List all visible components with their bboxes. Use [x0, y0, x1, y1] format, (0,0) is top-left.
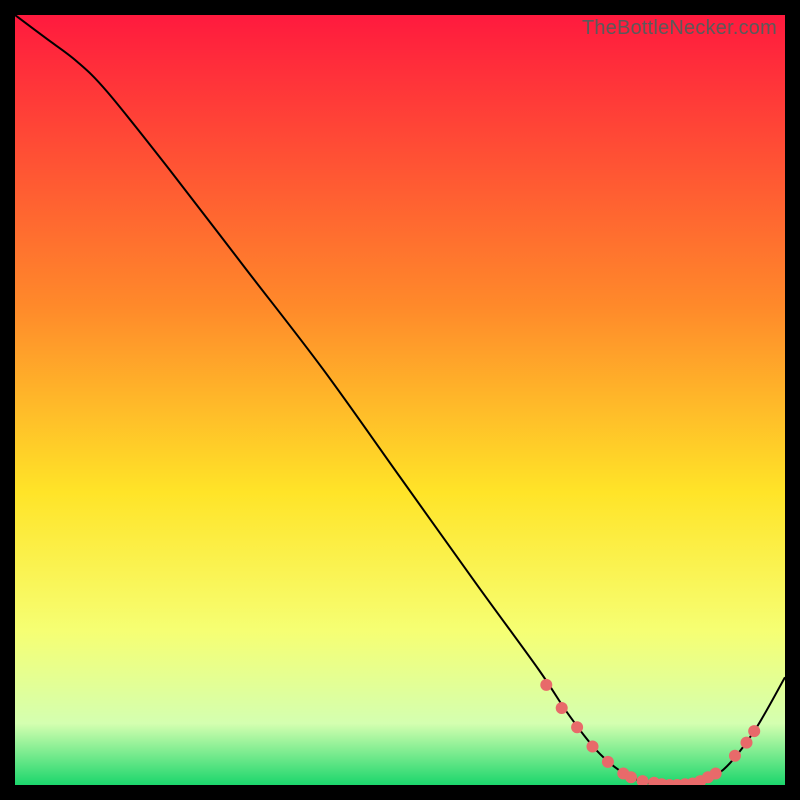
gradient-background: [15, 15, 785, 785]
chart-frame: TheBottleNecker.com: [15, 15, 785, 785]
marker-dot: [710, 767, 722, 779]
marker-dot: [556, 702, 568, 714]
marker-dot: [587, 741, 599, 753]
marker-dot: [748, 725, 760, 737]
marker-dot: [540, 679, 552, 691]
marker-dot: [571, 721, 583, 733]
marker-dot: [741, 737, 753, 749]
marker-dot: [625, 771, 637, 783]
watermark-text: TheBottleNecker.com: [582, 17, 777, 40]
marker-dot: [729, 750, 741, 762]
marker-dot: [602, 756, 614, 768]
chart-canvas: [15, 15, 785, 785]
